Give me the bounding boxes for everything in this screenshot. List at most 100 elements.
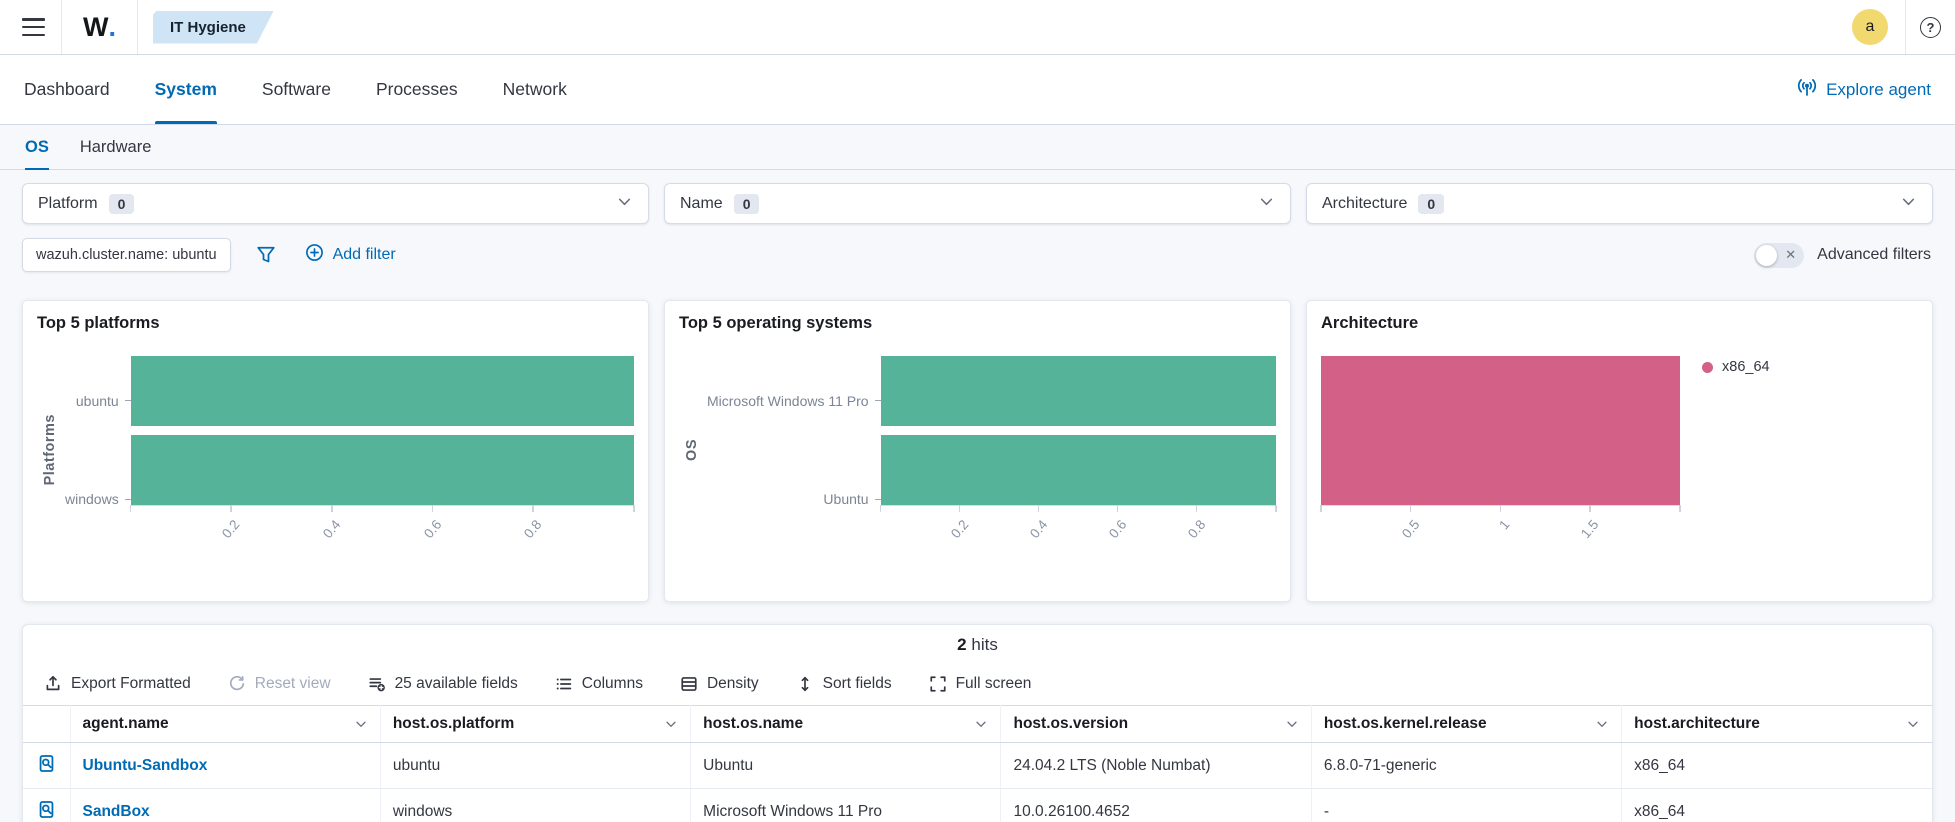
advanced-filters-toggle[interactable]: ✕: [1754, 242, 1805, 268]
explore-agent-button[interactable]: Explore agent: [1797, 77, 1931, 102]
plot-top-5-operating-systems: [880, 356, 1276, 505]
column-header-label: host.os.name: [703, 715, 804, 732]
inspect-document-icon[interactable]: [37, 800, 56, 819]
header-cell-inner: host.os.name: [703, 715, 988, 733]
filter-funnel-icon[interactable]: [256, 245, 276, 265]
subtab-os[interactable]: OS: [25, 125, 49, 170]
table-toolbar: Export Formatted Reset view 25 available f…: [23, 669, 1932, 699]
category-label-microsoft-windows-11-pro: Microsoft Windows 11 Pro: [707, 356, 881, 446]
toolbar-label: Density: [706, 675, 759, 692]
content: OS Hardware Platform 0 Name 0 Architecture 0 w…: [0, 125, 1955, 822]
app-screen: W. IT Hygiene a ? Dashboard System Softwar…: [0, 0, 1955, 822]
x-tick-label: 0.4: [1026, 517, 1051, 542]
charts-row: Top 5 platforms Platforms ubuntu windows 0.2…: [0, 300, 1955, 602]
select-label: Name: [680, 194, 723, 212]
legend-item-x86-64[interactable]: x86_64: [1702, 359, 1918, 375]
toolbar-25-available-fields-button[interactable]: 25 available fields: [368, 675, 518, 693]
tab-dashboard[interactable]: Dashboard: [24, 55, 110, 124]
help-icon[interactable]: ?: [1920, 16, 1941, 38]
agent-name-link[interactable]: SandBox: [83, 803, 150, 820]
select-label: Platform: [38, 194, 98, 212]
cell-host-os-name: Ubuntu: [690, 742, 1002, 789]
filter-select-platform[interactable]: Platform 0: [22, 183, 649, 224]
category-label-text: Microsoft Windows 11 Pro: [707, 392, 869, 409]
bar-ubuntu[interactable]: [880, 434, 1276, 505]
add-filter-label: Add filter: [332, 246, 396, 263]
avatar[interactable]: a: [1852, 9, 1888, 45]
cell-agent-name: Ubuntu-Sandbox: [70, 742, 381, 789]
toolbar-density-button[interactable]: Density: [680, 675, 759, 693]
toolbar-full-screen-button[interactable]: Full screen: [929, 675, 1031, 693]
toolbar-export-formatted-button[interactable]: Export Formatted: [44, 675, 191, 693]
reset-icon: [228, 675, 246, 693]
cell-host-os-platform: ubuntu: [380, 742, 692, 789]
toolbar-label: Reset view: [254, 675, 331, 692]
toolbar-columns-button[interactable]: Columns: [555, 675, 643, 693]
header-cell-inner: host.architecture: [1634, 715, 1920, 733]
bar-ubuntu[interactable]: [130, 356, 634, 426]
chart-area: Platforms ubuntu windows 0.2 0.4 0.6 0.8: [37, 356, 635, 544]
bar-windows[interactable]: [130, 434, 634, 505]
tab-system[interactable]: System: [154, 55, 218, 124]
tab-processes[interactable]: Processes: [376, 55, 458, 124]
x-tick-label: 0.2: [219, 517, 243, 542]
chart-legend: x86_64: [1680, 356, 1918, 544]
subtab-hardware[interactable]: Hardware: [80, 125, 152, 169]
chevron-down-icon[interactable]: [664, 717, 678, 731]
tab-network[interactable]: Network: [503, 55, 567, 124]
chevron-down-icon[interactable]: [354, 717, 368, 731]
y-axis-label: Platforms: [37, 356, 63, 544]
filter-pill[interactable]: wazuh.cluster.name: ubuntu: [22, 238, 231, 272]
header-cell-host-os-kernel-release[interactable]: host.os.kernel.release: [1311, 705, 1623, 743]
table-row: SandBox windows Microsoft Windows 11 Pro 10…: [23, 788, 1932, 822]
chart-title: Top 5 operating systems: [679, 314, 873, 332]
agent-name-link[interactable]: Ubuntu-Sandbox: [83, 757, 208, 774]
plot-column: 0.5 1 1.5: [1320, 356, 1681, 544]
header-cell-inner: host.os.version: [1013, 715, 1298, 733]
header-cell-agent-name[interactable]: agent.name: [70, 705, 381, 743]
main-nav: Dashboard System Software Processes Network …: [0, 55, 1955, 125]
header-cell-host-os-platform[interactable]: host.os.platform: [380, 705, 692, 743]
header-cell-inner: host.os.platform: [393, 715, 678, 733]
tab-software[interactable]: Software: [262, 55, 331, 124]
cell-host-architecture: x86_64: [1621, 788, 1932, 822]
legend-label: x86_64: [1722, 359, 1770, 375]
filter-select-name[interactable]: Name 0: [664, 183, 1291, 224]
category-label-text: Ubuntu: [823, 491, 869, 508]
toolbar-label: Export Formatted: [71, 675, 191, 692]
add-filter-button[interactable]: Add filter: [305, 243, 396, 267]
cell-agent-name: SandBox: [70, 788, 381, 822]
cell-host-os-kernel-release: 6.8.0-71-generic: [1311, 742, 1623, 789]
x-tick-label: 0.4: [319, 517, 344, 542]
table-header-row: agent.name host.os.platform host.os.name ho…: [23, 705, 1932, 743]
chart-title: Architecture: [1321, 314, 1419, 332]
toolbar-sort-fields-button[interactable]: Sort fields: [796, 675, 892, 693]
header-cell-host-architecture[interactable]: host.architecture: [1621, 705, 1932, 743]
x-tick-label: 1.5: [1578, 517, 1602, 542]
chevron-down-icon[interactable]: [1906, 717, 1920, 731]
inspect-document-icon[interactable]: [37, 754, 56, 773]
hamburger-menu-icon[interactable]: [22, 18, 45, 36]
x-axis-ticks: 0.2 0.4 0.6 0.8: [881, 506, 1276, 544]
chevron-down-icon: [616, 193, 633, 215]
chevron-down-icon[interactable]: [1595, 717, 1609, 731]
main-tabs: Dashboard System Software Processes Network: [24, 55, 567, 124]
bar-x86-64[interactable]: [1321, 356, 1680, 505]
explore-agent-label: Explore agent: [1826, 79, 1931, 99]
bar-microsoft-windows-11-pro[interactable]: [880, 356, 1276, 426]
category-label-text: ubuntu: [75, 392, 119, 409]
toolbar-reset-view-button[interactable]: Reset view: [228, 675, 331, 693]
wazuh-logo[interactable]: W.: [62, 12, 137, 43]
advanced-filters-label: Advanced filters: [1817, 246, 1931, 263]
filter-select-architecture[interactable]: Architecture 0: [1306, 183, 1933, 224]
selected-count-badge: 0: [733, 193, 760, 214]
header-cell-host-os-version[interactable]: host.os.version: [1000, 705, 1312, 743]
toolbar-label: Sort fields: [822, 675, 892, 692]
app-badge[interactable]: IT Hygiene: [153, 11, 274, 44]
applied-filters-row: wazuh.cluster.name: ubuntu Add filter ✕: [0, 224, 1955, 272]
chevron-down-icon[interactable]: [1285, 717, 1299, 731]
chevron-down-icon[interactable]: [974, 717, 988, 731]
header-cell-host-os-name[interactable]: host.os.name: [690, 705, 1002, 743]
toolbar-label: Columns: [581, 675, 643, 692]
selected-count-badge: 0: [1418, 193, 1445, 214]
